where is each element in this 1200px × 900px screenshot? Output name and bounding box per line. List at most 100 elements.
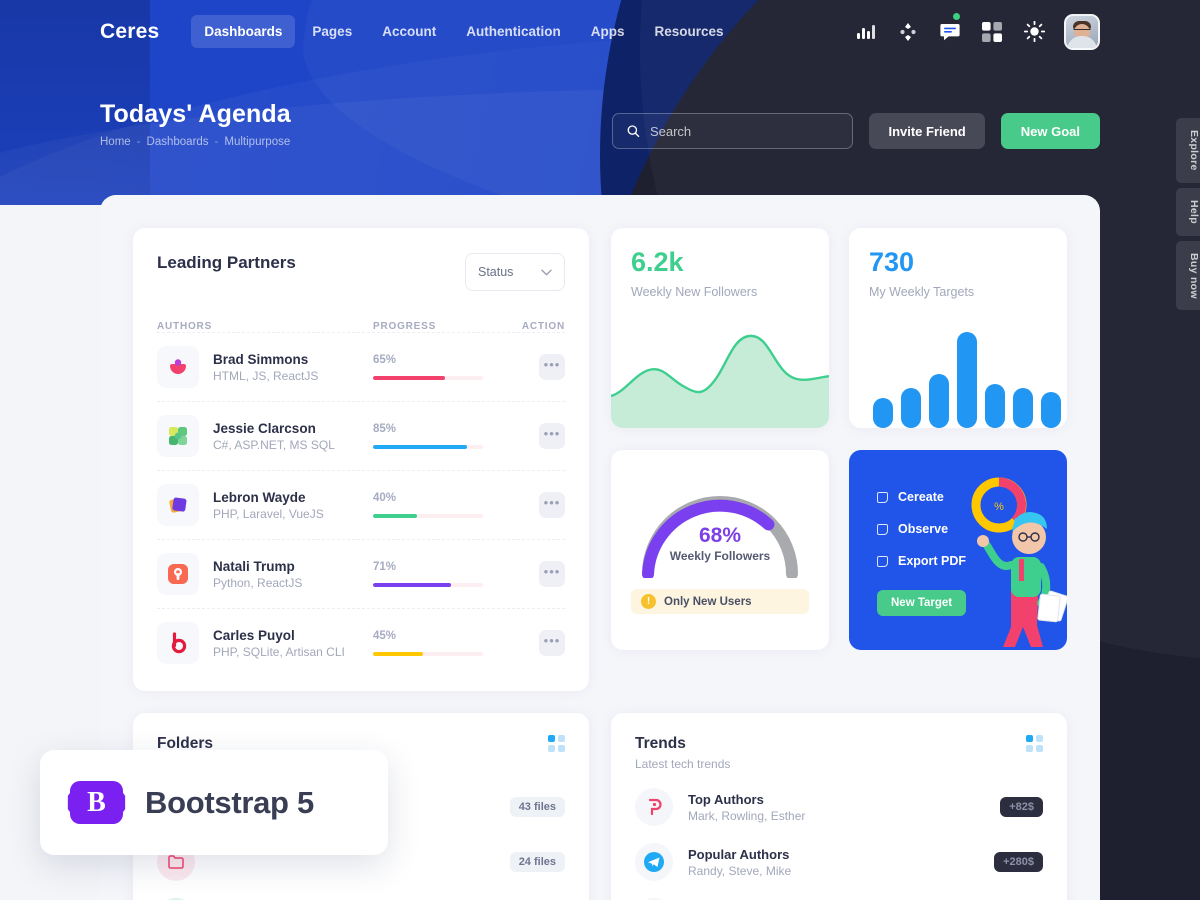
- ellipsis-icon[interactable]: •••: [539, 561, 565, 587]
- gauge-label: Weekly Followers: [669, 549, 771, 563]
- nav-item-resources[interactable]: Resources: [641, 15, 736, 48]
- grid-squares-icon[interactable]: [1026, 735, 1043, 752]
- partner-stack: PHP, Laravel, VueJS: [213, 506, 324, 521]
- beats-icon: [157, 622, 199, 664]
- partner-percent: 85%: [373, 423, 397, 435]
- side-tab-buy-now[interactable]: Buy now: [1176, 240, 1200, 311]
- partner-progress: 45%: [373, 630, 513, 656]
- progress-fill: [373, 652, 423, 656]
- partner-info: Carles Puyol PHP, SQLite, Artisan CLI: [213, 628, 373, 659]
- nav-item-apps[interactable]: Apps: [578, 15, 638, 48]
- chat-bubble-icon[interactable]: [938, 12, 962, 44]
- new-target-button[interactable]: New Target: [877, 590, 967, 616]
- exclamation-icon: !: [641, 594, 656, 609]
- progress-fill: [373, 376, 445, 380]
- grid-squares-icon[interactable]: [548, 735, 565, 752]
- nav-item-pages[interactable]: Pages: [299, 15, 365, 48]
- table-row[interactable]: Brad Simmons HTML, JS, ReactJS 65% •••: [157, 332, 565, 401]
- dashboard-row-1: Leading Partners Status AUTHORS PROGRESS…: [133, 228, 1067, 691]
- nav-item-authentication[interactable]: Authentication: [453, 15, 574, 48]
- partner-progress: 40%: [373, 492, 513, 518]
- gauge-alert: ! Only New Users: [631, 589, 809, 614]
- trend-amount: +280$: [994, 852, 1043, 872]
- partner-stack: Python, ReactJS: [213, 575, 303, 590]
- invite-friend-button[interactable]: Invite Friend: [869, 113, 985, 149]
- search-icon: [628, 125, 640, 138]
- header-actions: Invite Friend New Goal: [612, 113, 1100, 149]
- bar-chart-icon[interactable]: [854, 20, 878, 44]
- partner-stack: PHP, SQLite, Artisan CLI: [213, 644, 345, 659]
- page-title: Todays' Agenda: [100, 100, 291, 128]
- gauge-text: 68% Weekly Followers: [635, 524, 805, 563]
- followers-label: Weekly New Followers: [631, 285, 758, 299]
- partner-progress: 85%: [373, 423, 513, 449]
- target-item-cereate[interactable]: Cereate: [877, 490, 1067, 504]
- partners-header: Leading Partners Status: [157, 253, 565, 291]
- bootstrap-overlay-badge: B Bootstrap 5: [40, 750, 388, 855]
- new-goal-button[interactable]: New Goal: [1000, 113, 1100, 149]
- stats-row-bottom: 68% Weekly Followers ! Only New Users % …: [611, 450, 1067, 650]
- weekly-new-followers-card: 6.2k Weekly New Followers: [611, 228, 829, 428]
- status-dropdown[interactable]: Status: [465, 253, 565, 291]
- search-box[interactable]: [612, 113, 854, 149]
- progress-track: [373, 652, 483, 656]
- breadcrumb-multipurpose[interactable]: Multipurpose: [224, 136, 290, 148]
- breadcrumb-home[interactable]: Home: [100, 136, 131, 148]
- table-row[interactable]: Jessie Clarcson C#, ASP.NET, MS SQL 85% …: [157, 401, 565, 470]
- target-item-label: Cereate: [898, 490, 944, 504]
- column-action: ACTION: [521, 321, 565, 332]
- partner-info: Lebron Wayde PHP, Laravel, VueJS: [213, 490, 373, 521]
- weekly-targets-card: 730 My Weekly Targets: [849, 228, 1067, 428]
- trends-subtitle: Latest tech trends: [635, 757, 731, 771]
- brand-logo[interactable]: Ceres: [100, 20, 159, 44]
- gauge: 68% Weekly Followers: [635, 486, 805, 580]
- partner-name: Carles Puyol: [213, 627, 295, 643]
- partner-action: •••: [513, 492, 565, 518]
- target-checklist: Cereate Observe Export PDF: [877, 490, 1067, 568]
- table-row[interactable]: Lebron Wayde PHP, Laravel, VueJS 40% •••: [157, 470, 565, 539]
- new-target-card: % Cereate Observe Export PDF New Target: [849, 450, 1067, 650]
- clover-icon: [157, 415, 199, 457]
- side-tabs: Explore Help Buy now: [1176, 118, 1200, 311]
- partner-percent: 65%: [373, 354, 397, 366]
- table-row[interactable]: Carles Puyol PHP, SQLite, Artisan CLI 45…: [157, 608, 565, 677]
- progress-fill: [373, 583, 452, 587]
- main-nav: Dashboards Pages Account Authentication …: [191, 15, 736, 48]
- ellipsis-icon[interactable]: •••: [539, 630, 565, 656]
- target-item-export-pdf[interactable]: Export PDF: [877, 554, 1067, 568]
- progress-track: [373, 376, 483, 380]
- search-input[interactable]: [649, 123, 839, 139]
- side-tab-help[interactable]: Help: [1176, 187, 1200, 236]
- breadcrumb-dashboards[interactable]: Dashboards: [147, 136, 209, 148]
- trend-info: Popular Authors Randy, Steve, Mike: [688, 847, 994, 878]
- grid-squares-icon[interactable]: [980, 20, 1004, 44]
- target-item-observe[interactable]: Observe: [877, 522, 1067, 536]
- targets-value: 730: [869, 247, 915, 277]
- partners-table-header: AUTHORS PROGRESS ACTION: [157, 321, 565, 332]
- avatar[interactable]: [1064, 13, 1100, 50]
- nav-item-account[interactable]: Account: [369, 15, 449, 48]
- partner-action: •••: [513, 354, 565, 380]
- ellipsis-icon[interactable]: •••: [539, 492, 565, 518]
- ellipsis-icon[interactable]: •••: [539, 354, 565, 380]
- target-item-label: Observe: [898, 522, 949, 536]
- partner-name: Brad Simmons: [213, 351, 309, 367]
- table-row[interactable]: Natali Trump Python, ReactJS 71% •••: [157, 539, 565, 608]
- partner-action: •••: [513, 561, 565, 587]
- partner-name: Natali Trump: [213, 558, 295, 574]
- notification-dot: [953, 12, 960, 20]
- compass-diamond-icon[interactable]: [896, 20, 920, 44]
- nine-icon: [157, 553, 199, 595]
- trend-people: Mark, Rowling, Esther: [688, 808, 806, 823]
- progress-track: [373, 445, 483, 449]
- side-tab-explore[interactable]: Explore: [1176, 118, 1200, 183]
- stats-column: 6.2k Weekly New Followers 730 My Weekly …: [611, 228, 1067, 691]
- checkbox-icon: [877, 523, 888, 535]
- nav-item-dashboards[interactable]: Dashboards: [191, 15, 296, 48]
- list-item[interactable]: Popular Authors Randy, Steve, Mike +280$: [635, 843, 1043, 881]
- trend-name: Popular Authors: [688, 846, 790, 862]
- bootstrap-b-icon: B: [70, 781, 123, 824]
- ellipsis-icon[interactable]: •••: [539, 423, 565, 449]
- list-item[interactable]: Top Authors Mark, Rowling, Esther +82$: [635, 788, 1043, 826]
- sun-icon[interactable]: [1022, 20, 1046, 44]
